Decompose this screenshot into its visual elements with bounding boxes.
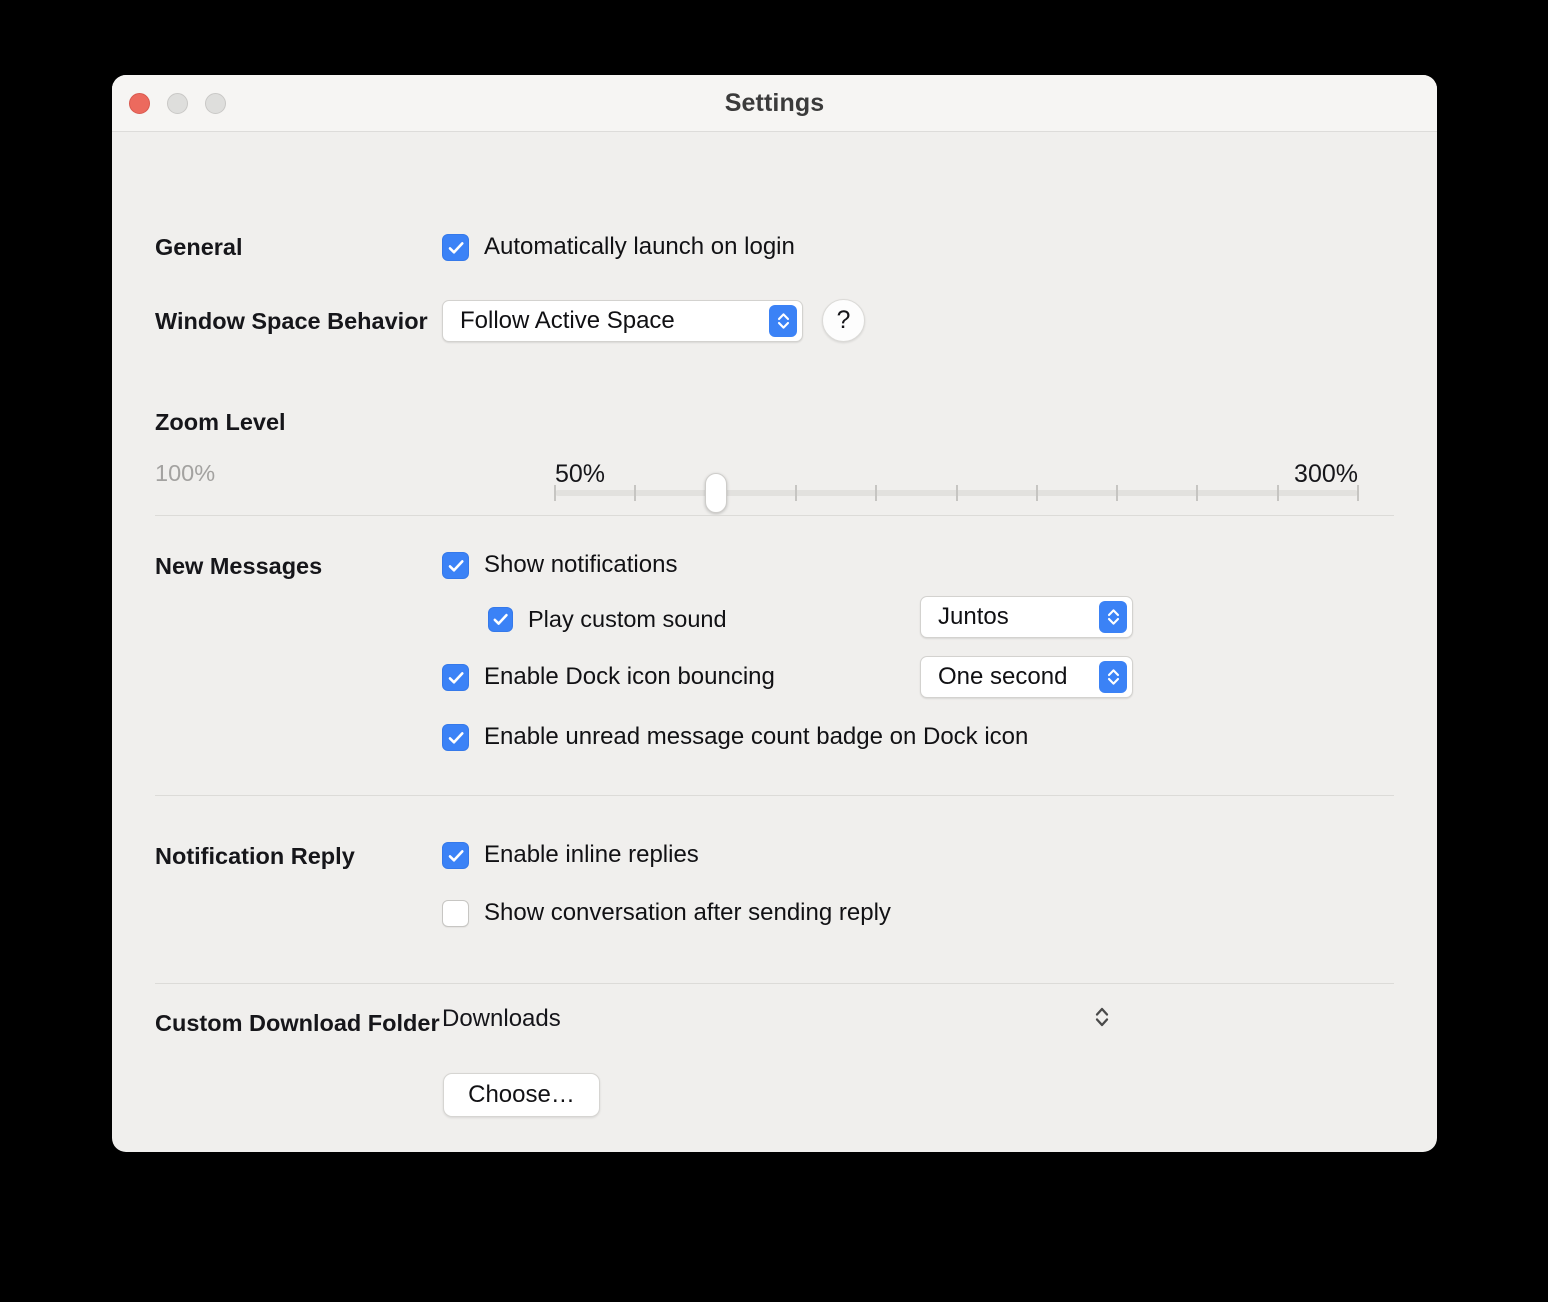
chevron-up-down-icon[interactable] xyxy=(769,305,797,337)
slider-tick xyxy=(794,485,797,501)
checkbox-row-show-conversation[interactable]: Show conversation after sending reply xyxy=(442,899,891,927)
checkbox-label-inline-replies: Enable inline replies xyxy=(484,841,699,868)
checkbox-play-custom-sound[interactable] xyxy=(488,607,513,632)
section-label-notification-reply: Notification Reply xyxy=(155,843,355,869)
slider-tick xyxy=(955,485,958,501)
checkbox-show-conversation[interactable] xyxy=(442,899,469,927)
checkbox-label-auto-launch: Automatically launch on login xyxy=(484,233,795,260)
chevron-up-down-icon[interactable] xyxy=(1099,601,1127,633)
popup-dock-bounce-duration[interactable]: One second xyxy=(920,656,1133,698)
zoom-level-max-label: 300% xyxy=(1294,460,1358,488)
slider-tick xyxy=(634,485,637,501)
checkbox-label-show-notifications: Show notifications xyxy=(484,551,678,578)
checkbox-inline-replies[interactable] xyxy=(442,841,469,869)
zoom-level-min-label: 50% xyxy=(555,460,606,488)
checkbox-auto-launch[interactable] xyxy=(442,233,469,261)
popup-value-window-space-behavior: Follow Active Space xyxy=(460,307,675,334)
settings-content: General Automatically launch on login Wi… xyxy=(112,132,1437,1151)
slider-tick xyxy=(1035,485,1038,501)
section-divider-3 xyxy=(155,983,1394,984)
checkbox-label-play-custom-sound: Play custom sound xyxy=(528,606,727,632)
checkbox-row-auto-launch[interactable]: Automatically launch on login xyxy=(442,233,795,261)
section-label-window-space-behavior: Window Space Behavior xyxy=(155,308,428,334)
slider-thumb[interactable] xyxy=(704,473,727,513)
popup-value-custom-sound: Juntos xyxy=(938,603,1009,630)
help-button[interactable]: ? xyxy=(822,299,865,342)
checkbox-row-unread-badge[interactable]: Enable unread message count badge on Doc… xyxy=(442,723,1028,751)
checkbox-row-inline-replies[interactable]: Enable inline replies xyxy=(442,841,699,869)
checkbox-dock-bouncing[interactable] xyxy=(442,663,469,691)
zoom-level-current-value: 100% xyxy=(155,460,216,486)
slider-tick xyxy=(1116,485,1119,501)
settings-window: Settings General Automatically launch on… xyxy=(112,75,1437,1152)
section-label-zoom-level: Zoom Level xyxy=(155,409,286,435)
chevron-up-down-icon[interactable] xyxy=(1099,661,1127,693)
window-titlebar: Settings xyxy=(112,75,1437,132)
section-divider-1 xyxy=(155,515,1394,516)
slider-tick xyxy=(875,485,878,501)
checkbox-row-play-custom-sound[interactable]: Play custom sound xyxy=(488,606,727,633)
section-divider-2 xyxy=(155,795,1394,796)
window-title: Settings xyxy=(724,89,825,117)
checkbox-label-show-conversation: Show conversation after sending reply xyxy=(484,899,891,926)
popup-value-dock-bounce-duration: One second xyxy=(938,663,1068,690)
checkbox-label-dock-bouncing: Enable Dock icon bouncing xyxy=(484,663,775,690)
section-label-general: General xyxy=(155,234,243,260)
checkbox-unread-badge[interactable] xyxy=(442,723,469,751)
popup-value-download-folder: Downloads xyxy=(442,1005,561,1032)
choose-folder-button[interactable]: Choose… xyxy=(443,1073,600,1117)
checkbox-show-notifications[interactable] xyxy=(442,551,469,579)
section-label-custom-download-folder: Custom Download Folder xyxy=(155,1010,440,1036)
popup-download-folder[interactable]: Downloads xyxy=(442,999,1112,1039)
checkbox-row-show-notifications[interactable]: Show notifications xyxy=(442,551,677,579)
popup-custom-sound[interactable]: Juntos xyxy=(920,596,1133,638)
checkbox-label-unread-badge: Enable unread message count badge on Doc… xyxy=(484,723,1029,750)
popup-window-space-behavior[interactable]: Follow Active Space xyxy=(442,300,803,342)
section-label-new-messages: New Messages xyxy=(155,553,323,579)
checkbox-row-dock-bouncing[interactable]: Enable Dock icon bouncing xyxy=(442,663,775,691)
chevron-up-down-icon[interactable] xyxy=(1092,1002,1112,1037)
